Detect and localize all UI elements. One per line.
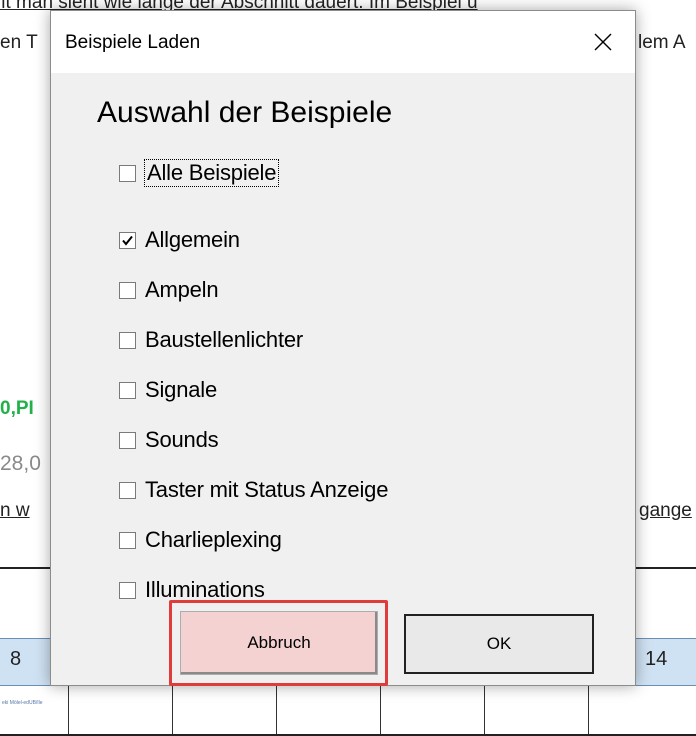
checkbox-label: Ampeln <box>145 277 219 302</box>
checkbox-option[interactable]: Signale <box>119 373 217 407</box>
checkbox-unchecked-icon[interactable] <box>119 581 136 599</box>
checkbox-option[interactable]: Allgemein <box>119 223 240 257</box>
background-gray-text: 28,0 <box>0 452 41 475</box>
checkbox-checked-icon[interactable] <box>119 231 136 249</box>
background-grid-line <box>172 684 173 736</box>
checkbox-option[interactable]: Alle Beispiele <box>119 156 280 190</box>
background-grid-line <box>68 684 69 736</box>
dialog-title: Beispiele Laden <box>65 32 201 53</box>
background-grid-line <box>588 684 589 736</box>
checkbox-unchecked-icon[interactable] <box>119 164 136 182</box>
examples-dialog: Beispiele Laden Auswahl der Beispiele Al… <box>50 10 636 686</box>
close-icon[interactable] <box>585 24 621 60</box>
checkbox-unchecked-icon[interactable] <box>119 331 136 349</box>
background-tiny-text: eki Mölel-edUB/Ile <box>2 700 43 706</box>
checkbox-label: Baustellenlichter <box>145 327 304 352</box>
background-grid-line <box>276 684 277 736</box>
background-underlined-left: n w <box>0 500 30 521</box>
background-green-text: 0,PI <box>0 398 34 419</box>
background-grid-line <box>484 684 485 736</box>
checkbox-label: Alle Beispiele <box>143 159 280 187</box>
cancel-button[interactable]: Abbruch <box>180 611 378 675</box>
dialog-heading: Auswahl der Beispiele <box>97 96 393 129</box>
background-cell-left: 8 <box>10 648 22 670</box>
checkbox-unchecked-icon[interactable] <box>119 431 136 449</box>
background-cell-right: 14 <box>645 648 668 670</box>
checkbox-option[interactable]: Taster mit Status Anzeige <box>119 473 388 507</box>
background-text-line2-left: en T <box>0 32 38 53</box>
background-grid-line <box>380 684 381 736</box>
checkbox-unchecked-icon[interactable] <box>119 381 136 399</box>
checkbox-option[interactable]: Baustellenlichter <box>119 323 303 357</box>
ok-button[interactable]: OK <box>404 614 594 674</box>
dialog-titlebar: Beispiele Laden <box>51 11 635 73</box>
checkbox-label: Signale <box>145 377 217 402</box>
checkbox-label: Charlieplexing <box>145 527 282 552</box>
checkbox-unchecked-icon[interactable] <box>119 531 136 549</box>
checkbox-label: Sounds <box>145 427 219 452</box>
checkbox-label: Allgemein <box>145 227 240 252</box>
checkbox-option[interactable]: Charlieplexing <box>119 523 282 557</box>
checkbox-unchecked-icon[interactable] <box>119 481 136 499</box>
background-text-line2-right: lem A <box>638 32 686 53</box>
background-underlined-right: gange <box>639 500 692 521</box>
checkbox-option[interactable]: Sounds <box>119 423 219 457</box>
checkbox-unchecked-icon[interactable] <box>119 281 136 299</box>
checkbox-label: Taster mit Status Anzeige <box>145 477 389 502</box>
checkbox-option[interactable]: Ampeln <box>119 273 219 307</box>
